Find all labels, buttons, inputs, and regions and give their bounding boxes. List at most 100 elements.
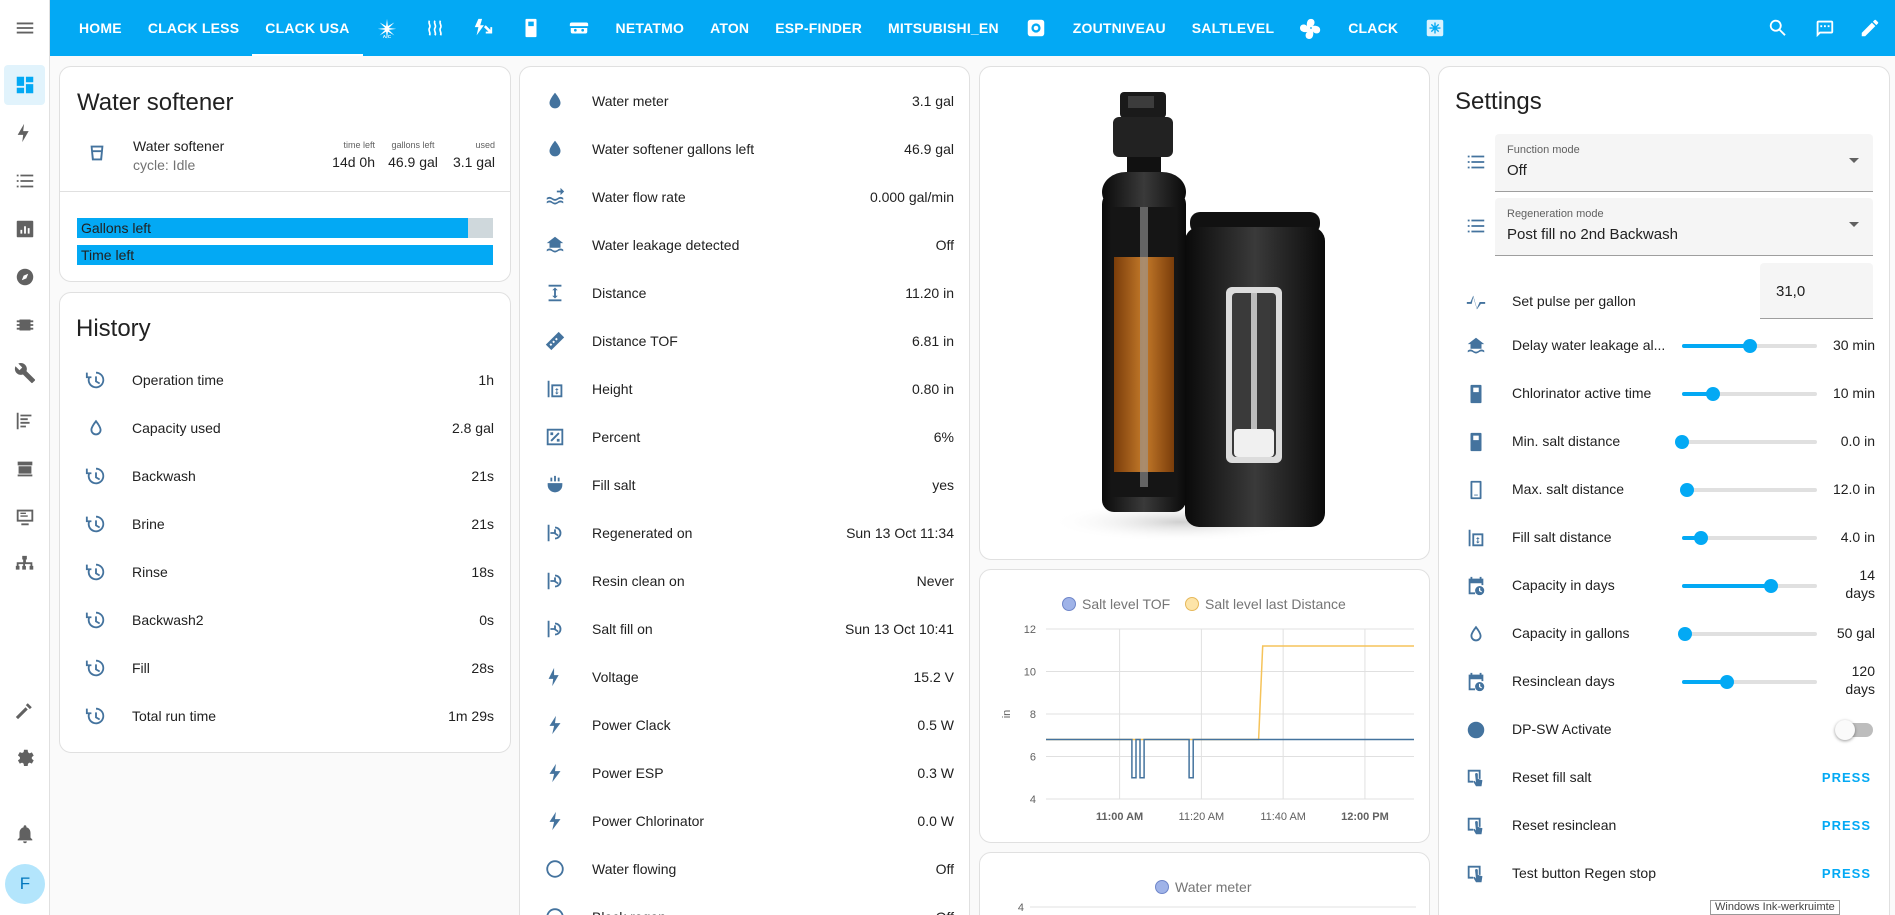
entity-row[interactable]: Brine 21s bbox=[60, 511, 510, 537]
entity-row[interactable]: Resin clean on Never bbox=[520, 568, 969, 594]
slider-knob[interactable] bbox=[1677, 627, 1692, 641]
series-line-salt-level-tof bbox=[1046, 738, 1414, 779]
entity-value: 28s bbox=[471, 660, 494, 676]
entity-row[interactable]: Power Clack 0.5 W bbox=[520, 712, 969, 738]
slider-fill bbox=[1682, 584, 1772, 588]
edit-icon[interactable] bbox=[1859, 17, 1881, 39]
circle-icon bbox=[542, 856, 568, 882]
energy-icon[interactable] bbox=[4, 113, 45, 153]
press-button[interactable]: PRESS bbox=[1822, 770, 1871, 785]
entity-row[interactable]: Distance 11.20 in bbox=[520, 280, 969, 306]
heating-icon[interactable] bbox=[411, 0, 459, 56]
entity-row[interactable]: Operation time 1h bbox=[60, 367, 510, 393]
slider-knob[interactable] bbox=[1706, 387, 1721, 401]
log-icon[interactable] bbox=[4, 401, 45, 441]
press-button[interactable]: PRESS bbox=[1822, 866, 1871, 881]
tools-icon[interactable] bbox=[4, 353, 45, 393]
setting-slider[interactable] bbox=[1682, 339, 1817, 353]
entity-row[interactable]: Fill 28s bbox=[60, 655, 510, 681]
tab-zoutniveau[interactable]: ZOUTNIVEAU bbox=[1060, 0, 1179, 56]
robot-icon[interactable] bbox=[555, 0, 603, 56]
slider-knob[interactable] bbox=[1719, 675, 1734, 689]
pulse-per-gallon-input[interactable]: 31,0 bbox=[1760, 263, 1873, 319]
entity-name: Distance TOF bbox=[592, 333, 678, 349]
entity-row[interactable]: Power Chlorinator 0.0 W bbox=[520, 808, 969, 834]
ac-icon[interactable]: A/C bbox=[363, 0, 411, 56]
settings-icon[interactable] bbox=[4, 738, 45, 778]
terminal-icon[interactable] bbox=[4, 497, 45, 537]
network-icon[interactable] bbox=[4, 545, 45, 585]
device-icon[interactable] bbox=[507, 0, 555, 56]
setting-slider[interactable] bbox=[1675, 435, 1817, 449]
entity-row[interactable]: Fill salt yes bbox=[520, 472, 969, 498]
entity-row[interactable]: Water softener gallons left 46.9 gal bbox=[520, 136, 969, 162]
search-icon[interactable] bbox=[1767, 17, 1789, 39]
clock-icon bbox=[83, 559, 109, 585]
setting-slider[interactable] bbox=[1682, 531, 1817, 545]
entity-row[interactable]: Percent 6% bbox=[520, 424, 969, 450]
setting-slider[interactable] bbox=[1677, 627, 1817, 641]
entity-row[interactable]: Power ESP 0.3 W bbox=[520, 760, 969, 786]
history-icon[interactable] bbox=[4, 209, 45, 249]
entity-row[interactable]: Rinse 18s bbox=[60, 559, 510, 585]
setting-slider[interactable] bbox=[1680, 483, 1817, 497]
regeneration-mode-select[interactable]: Regeneration mode Post fill no 2nd Backwa… bbox=[1495, 198, 1873, 256]
stat-value: 14d 0h bbox=[332, 154, 375, 170]
entity-row[interactable]: Water flowing Off bbox=[520, 856, 969, 882]
entity-row[interactable]: Backwash 21s bbox=[60, 463, 510, 489]
tab-label: MITSUBISHI_EN bbox=[888, 20, 999, 36]
avatar[interactable]: F bbox=[5, 864, 45, 904]
assist-icon[interactable] bbox=[1813, 17, 1835, 39]
fan-icon[interactable] bbox=[1287, 0, 1335, 56]
setting-name: Max. salt distance bbox=[1512, 481, 1625, 497]
slider-knob[interactable] bbox=[1742, 339, 1757, 353]
stat-gallons-left: gallons left 46.9 gal bbox=[383, 140, 443, 170]
entity-row[interactable]: Water meter 3.1 gal bbox=[520, 88, 969, 114]
entity-value: Sun 13 Oct 10:41 bbox=[845, 621, 954, 637]
slider-knob[interactable] bbox=[1764, 579, 1779, 593]
tab-clack-less[interactable]: CLACK LESS bbox=[135, 0, 252, 56]
entity-row[interactable]: Water flow rate 0.000 gal/min bbox=[520, 184, 969, 210]
hacs-icon[interactable] bbox=[4, 449, 45, 489]
tab-saltlevel[interactable]: SALTLEVEL bbox=[1179, 0, 1287, 56]
entity-row[interactable]: Water leakage detected Off bbox=[520, 232, 969, 258]
entity-row[interactable]: Backwash2 0s bbox=[60, 607, 510, 633]
select-value: Off bbox=[1507, 162, 1527, 179]
power-icon[interactable] bbox=[459, 0, 507, 56]
entity-row[interactable]: Capacity used 2.8 gal bbox=[60, 415, 510, 441]
setting-slider[interactable] bbox=[1682, 675, 1817, 689]
entity-name: Power ESP bbox=[592, 765, 664, 781]
entity-row[interactable]: Voltage 15.2 V bbox=[520, 664, 969, 690]
notifications-icon[interactable] bbox=[4, 814, 45, 854]
press-button[interactable]: PRESS bbox=[1822, 818, 1871, 833]
menu-icon[interactable] bbox=[0, 0, 50, 56]
esphome-icon[interactable] bbox=[4, 305, 45, 345]
map-icon[interactable] bbox=[4, 257, 45, 297]
tab-aton[interactable]: ATON bbox=[697, 0, 762, 56]
entity-row[interactable]: Salt fill on Sun 13 Oct 10:41 bbox=[520, 616, 969, 642]
tab-home[interactable]: HOME bbox=[66, 0, 135, 56]
function-mode-select[interactable]: Function mode Off bbox=[1495, 134, 1873, 192]
tab-mitsubishi-en[interactable]: MITSUBISHI_EN bbox=[875, 0, 1012, 56]
setting-slider[interactable] bbox=[1682, 579, 1817, 593]
entity-row[interactable]: Distance TOF 6.81 in bbox=[520, 328, 969, 354]
box-icon[interactable] bbox=[1411, 0, 1459, 56]
slider-knob[interactable] bbox=[1693, 531, 1708, 545]
setting-slider[interactable] bbox=[1682, 387, 1817, 401]
entity-row[interactable]: Regenerated on Sun 13 Oct 11:34 bbox=[520, 520, 969, 546]
dashboard-icon[interactable] bbox=[4, 65, 45, 105]
logbook-icon[interactable] bbox=[4, 161, 45, 201]
entity-value: Never bbox=[916, 573, 954, 589]
tab-esp-finder[interactable]: ESP-FINDER bbox=[762, 0, 875, 56]
slider-knob[interactable] bbox=[1675, 435, 1689, 449]
developer-tools-icon[interactable] bbox=[4, 690, 45, 730]
dp-sw-toggle[interactable] bbox=[1835, 720, 1873, 740]
entity-row[interactable]: Block regen Off bbox=[520, 904, 969, 915]
entity-row[interactable]: Height 0.80 in bbox=[520, 376, 969, 402]
bar-label: Gallons left bbox=[81, 220, 152, 236]
tab-netatmo[interactable]: NETATMO bbox=[603, 0, 698, 56]
camera-icon[interactable] bbox=[1012, 0, 1060, 56]
entity-row[interactable]: Total run time 1m 29s bbox=[60, 703, 510, 729]
tab-clack[interactable]: CLACK bbox=[1335, 0, 1411, 56]
tab-clack-usa[interactable]: CLACK USA bbox=[252, 0, 363, 56]
